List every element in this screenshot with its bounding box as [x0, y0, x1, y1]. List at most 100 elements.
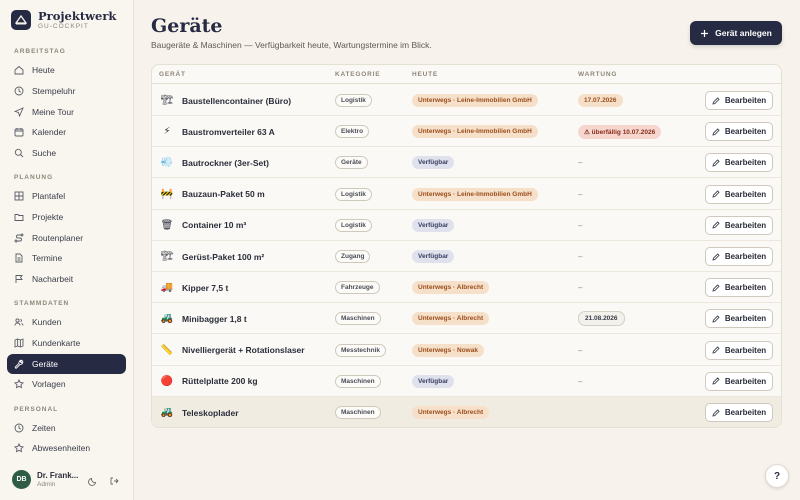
header-maintenance: WARTUNG	[578, 71, 618, 78]
table-row[interactable]: 🚚 Kipper 7,5 t Fahrzeuge Unterwegs · Albrec…	[152, 272, 781, 304]
edit-label: Bearbeiten	[724, 252, 767, 261]
pencil-icon	[712, 252, 720, 261]
status-badge: Verfügbar	[412, 156, 455, 170]
add-device-button[interactable]: Gerät anlegen	[690, 21, 782, 45]
help-button[interactable]: ?	[765, 464, 789, 488]
device-icon: 🗑	[160, 219, 174, 231]
maintenance-badge: ⚠ überfällig 10.07.2026	[578, 124, 662, 139]
user-profile[interactable]: DB Dr. Frank... Admin	[12, 470, 78, 489]
sidebar-item-suche[interactable]: Suche	[7, 143, 126, 163]
edit-button[interactable]: Bearbeiten	[705, 184, 773, 204]
device-icon: 📏	[160, 344, 174, 356]
device-name: Rüttelplatte 200 kg	[182, 376, 258, 387]
nav-section-stammdaten: STAMMDATEN	[14, 300, 70, 307]
table-row[interactable]: 📏 Nivelliergerät + Rotationslaser Messtech…	[152, 335, 781, 366]
grid-icon	[14, 191, 24, 201]
status-badge: Unterwegs · Leine-Immobilien GmbH	[412, 187, 538, 201]
device-icon: 🚜	[160, 313, 174, 325]
sidebar-item-routenplaner[interactable]: Routenplaner	[7, 228, 126, 248]
devices-table: GERÄT KATEGORIE HEUTE WARTUNG 🏗 Baustelle…	[151, 64, 782, 428]
sidebar-item-label: Kalender	[32, 127, 67, 137]
edit-button[interactable]: Bearbeiten	[705, 309, 773, 329]
edit-label: Bearbeiten	[724, 345, 767, 355]
plus-icon	[701, 29, 709, 37]
category-tag: Logistik	[335, 218, 372, 232]
sidebar-item-geräte[interactable]: Geräte	[7, 354, 126, 374]
sidebar-item-termine[interactable]: Termine	[7, 248, 126, 268]
logout-icon[interactable]	[109, 476, 119, 486]
table-row[interactable]: ⚡ Baustromverteiler 63 A Elektro Unterwegs …	[152, 116, 781, 148]
status-badge: Verfügbar	[412, 374, 455, 388]
table-row[interactable]: 💨 Bautrockner (3er-Set) Geräte Verfügbar – Be…	[152, 147, 781, 179]
sidebar-item-projekte[interactable]: Projekte	[7, 207, 126, 227]
edit-button[interactable]: Bearbeiten	[705, 247, 773, 266]
edit-button[interactable]: Bearbeiten	[705, 153, 773, 173]
sidebar-item-plantafel[interactable]: Plantafel	[7, 186, 126, 206]
edit-label: Bearbeiten	[724, 127, 767, 137]
status-badge: Unterwegs · Leine-Immobilien GmbH	[412, 94, 538, 107]
category-tag: Maschinen	[335, 406, 381, 419]
device-icon: ⚡	[163, 126, 171, 138]
header-category: KATEGORIE	[335, 71, 381, 78]
maintenance-empty: –	[578, 220, 583, 230]
sidebar-item-kalender[interactable]: Kalender	[7, 122, 126, 142]
route-icon	[14, 233, 24, 243]
sidebar-item-label: Kundenkarte	[32, 338, 81, 348]
sidebar-item-nacharbeit[interactable]: Nacharbeit	[7, 269, 126, 289]
edit-button[interactable]: Bearbeiten	[705, 278, 773, 298]
device-icon: 🔴	[160, 375, 174, 387]
table-row[interactable]: 🗑 Container 10 m³ Logistik Verfügbar – Bearbe…	[152, 210, 781, 241]
category-tag: Maschinen	[335, 374, 381, 388]
sidebar-item-vorlagen[interactable]: Vorlagen	[7, 374, 126, 394]
table-row[interactable]: 🚧 Bauzaun-Paket 50 m Logistik Unterwegs · L…	[152, 179, 781, 210]
brand-name: Projektwerk	[38, 9, 117, 23]
device-icon: 🏗	[160, 251, 174, 262]
maintenance-empty: –	[578, 189, 583, 199]
sidebar-item-label: Abwesenheiten	[32, 443, 91, 453]
sidebar-item-heute[interactable]: Heute	[7, 60, 126, 80]
table-row[interactable]: 🚜 Minibagger 1,8 t Maschinen Unterwegs · Al…	[152, 303, 781, 335]
sidebar-item-abwesenheiten[interactable]: Abwesenheiten	[7, 438, 126, 458]
edit-button[interactable]: Bearbeiten	[705, 215, 773, 235]
device-name: Teleskoplader	[182, 407, 239, 418]
edit-button[interactable]: Bearbeiten	[705, 371, 773, 391]
pencil-icon	[712, 190, 720, 198]
table-row[interactable]: 🚜 Teleskoplader Maschinen Unterwegs · Albre…	[152, 397, 781, 427]
table-row[interactable]: 🔴 Rüttelplatte 200 kg Maschinen Verfügbar – B…	[152, 366, 781, 397]
device-name: Kipper 7,5 t	[182, 282, 229, 293]
device-name: Nivelliergerät + Rotationslaser	[182, 345, 305, 356]
sidebar-item-label: Meine Tour	[32, 107, 74, 117]
status-badge: Unterwegs · Albrecht	[412, 281, 490, 295]
star-icon	[14, 443, 24, 453]
edit-label: Bearbeiten	[724, 376, 767, 386]
sidebar-item-stempeluhr[interactable]: Stempeluhr	[7, 81, 126, 101]
wrench-icon	[14, 359, 24, 369]
add-device-label: Gerät anlegen	[715, 28, 772, 38]
table-row[interactable]: 🏗 Gerüst-Paket 100 m² Zugang Verfügbar – Bear…	[152, 241, 781, 272]
avatar: DB	[12, 470, 31, 489]
sidebar-item-kundenkarte[interactable]: Kundenkarte	[7, 333, 126, 353]
clock-icon	[14, 423, 24, 433]
moon-icon[interactable]	[88, 476, 98, 486]
user-name: Dr. Frank...	[37, 471, 79, 480]
brand[interactable]: Projektwerk GU-COCKPIT	[11, 10, 116, 30]
sidebar-item-label: Suche	[32, 148, 57, 158]
edit-button[interactable]: Bearbeiten	[705, 122, 773, 142]
edit-label: Bearbeiten	[724, 189, 767, 199]
device-icon: 🏗	[160, 95, 174, 106]
category-tag: Zugang	[335, 250, 371, 263]
page-subtitle: Baugeräte & Maschinen — Verfügbarkeit he…	[151, 40, 432, 50]
sidebar-item-zeiten[interactable]: Zeiten	[7, 418, 126, 438]
edit-button[interactable]: Bearbeiten	[705, 91, 773, 110]
nav-section-planung: PLANUNG	[14, 174, 54, 181]
device-name: Bauzaun-Paket 50 m	[182, 189, 265, 200]
edit-label: Bearbeiten	[724, 408, 767, 417]
edit-button[interactable]: Bearbeiten	[705, 340, 773, 360]
home-icon	[14, 65, 24, 75]
device-icon: 🚜	[160, 407, 174, 418]
edit-button[interactable]: Bearbeiten	[705, 403, 773, 422]
sidebar-item-kunden[interactable]: Kunden	[7, 312, 126, 332]
brand-subtitle: GU-COCKPIT	[38, 23, 89, 30]
table-row[interactable]: 🏗 Baustellencontainer (Büro) Logistik Unter…	[152, 85, 781, 116]
sidebar-item-meine-tour[interactable]: Meine Tour	[7, 102, 126, 122]
